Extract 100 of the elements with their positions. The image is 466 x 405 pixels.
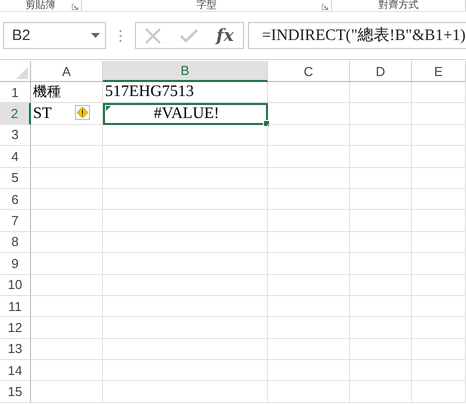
dropdown-icon[interactable] [91, 33, 100, 38]
column-header[interactable]: E [412, 61, 466, 82]
table-cell[interactable] [103, 360, 268, 382]
table-cell[interactable] [268, 188, 350, 210]
table-cell[interactable] [268, 232, 350, 254]
table-cell[interactable] [31, 146, 103, 168]
table-cell[interactable] [31, 210, 103, 232]
table-cell[interactable] [350, 210, 412, 232]
table-cell[interactable] [350, 338, 412, 360]
table-cell[interactable] [350, 232, 412, 254]
table-cell[interactable]: 機種 [31, 82, 103, 104]
table-cell[interactable] [350, 146, 412, 168]
name-box[interactable]: B2 [3, 22, 106, 49]
row-header[interactable]: 10 [0, 274, 31, 296]
table-cell[interactable] [350, 296, 412, 318]
row-header[interactable]: 5 [0, 168, 31, 189]
table-cell[interactable] [31, 360, 103, 382]
column-header[interactable]: D [350, 61, 412, 82]
table-cell[interactable] [31, 188, 103, 210]
table-cell[interactable] [268, 338, 350, 360]
row-header[interactable]: 8 [0, 232, 31, 254]
table-cell[interactable]: ST [31, 103, 103, 125]
table-cell[interactable] [412, 381, 466, 403]
table-cell[interactable] [412, 210, 466, 232]
table-cell[interactable] [103, 381, 268, 403]
table-cell[interactable] [412, 124, 466, 146]
warning-icon[interactable] [75, 105, 90, 120]
table-cell[interactable] [31, 338, 103, 360]
table-cell[interactable] [31, 381, 103, 403]
table-cell[interactable] [268, 274, 350, 296]
table-cell[interactable]: 517EHG7513 [103, 82, 268, 104]
row-header[interactable]: 12 [0, 317, 31, 339]
row-header[interactable]: 9 [0, 253, 31, 275]
table-cell[interactable] [268, 317, 350, 339]
table-cell[interactable] [268, 82, 350, 104]
table-cell[interactable] [412, 274, 466, 296]
row-header[interactable]: 13 [0, 338, 31, 360]
row-header[interactable]: 3 [0, 124, 31, 146]
table-cell[interactable] [350, 360, 412, 382]
table-cell[interactable] [103, 210, 268, 232]
table-cell[interactable] [31, 168, 103, 189]
table-cell[interactable] [31, 296, 103, 318]
table-cell[interactable] [31, 274, 103, 296]
formula-field[interactable]: =INDIRECT("總表!B"&B1+1) [248, 22, 466, 49]
column-header[interactable]: B [103, 61, 268, 82]
table-cell[interactable] [412, 232, 466, 254]
dialog-launcher-icon[interactable] [72, 4, 78, 10]
check-icon[interactable] [180, 28, 198, 42]
table-cell[interactable] [103, 274, 268, 296]
fill-handle[interactable] [263, 120, 270, 127]
table-cell[interactable] [103, 338, 268, 360]
insert-function-button[interactable]: fx [216, 26, 234, 46]
table-cell[interactable] [268, 381, 350, 403]
table-cell[interactable] [350, 253, 412, 275]
table-cell[interactable] [31, 253, 103, 275]
column-header[interactable]: A [31, 61, 103, 82]
row-header[interactable]: 15 [0, 381, 31, 403]
row-header[interactable]: 14 [0, 360, 31, 382]
table-cell[interactable] [268, 168, 350, 189]
table-cell[interactable] [103, 232, 268, 254]
table-cell[interactable] [268, 103, 350, 125]
table-cell[interactable] [268, 296, 350, 318]
table-cell[interactable] [412, 188, 466, 210]
cancel-icon[interactable] [145, 28, 162, 44]
table-cell[interactable] [350, 188, 412, 210]
select-all-icon[interactable] [16, 67, 28, 79]
table-cell[interactable] [31, 124, 103, 146]
table-cell[interactable] [412, 168, 466, 189]
row-header[interactable]: 4 [0, 146, 31, 168]
dialog-launcher-icon[interactable] [322, 4, 328, 10]
table-cell[interactable] [268, 210, 350, 232]
active-cell[interactable]: #VALUE! [103, 103, 268, 125]
table-cell[interactable] [412, 103, 466, 125]
table-cell[interactable] [103, 317, 268, 339]
table-cell[interactable] [412, 338, 466, 360]
table-cell[interactable] [412, 253, 466, 275]
table-cell[interactable] [103, 188, 268, 210]
row-header[interactable]: 2 [0, 103, 31, 125]
table-cell[interactable] [350, 82, 412, 104]
table-cell[interactable] [103, 124, 268, 146]
table-cell[interactable] [268, 360, 350, 382]
table-cell[interactable] [350, 168, 412, 189]
table-cell[interactable] [350, 381, 412, 403]
table-cell[interactable] [350, 124, 412, 146]
table-cell[interactable] [268, 253, 350, 275]
table-cell[interactable] [412, 82, 466, 104]
table-cell[interactable] [31, 232, 103, 254]
table-cell[interactable] [103, 168, 268, 189]
table-cell[interactable] [412, 296, 466, 318]
table-cell[interactable] [350, 274, 412, 296]
row-header[interactable]: 6 [0, 188, 31, 210]
row-header[interactable]: 7 [0, 210, 31, 232]
table-cell[interactable] [412, 146, 466, 168]
table-cell[interactable] [268, 146, 350, 168]
table-cell[interactable] [412, 317, 466, 339]
table-cell[interactable] [103, 146, 268, 168]
table-cell[interactable] [412, 360, 466, 382]
table-cell[interactable] [268, 124, 350, 146]
table-cell[interactable] [31, 317, 103, 339]
table-cell[interactable] [103, 296, 268, 318]
